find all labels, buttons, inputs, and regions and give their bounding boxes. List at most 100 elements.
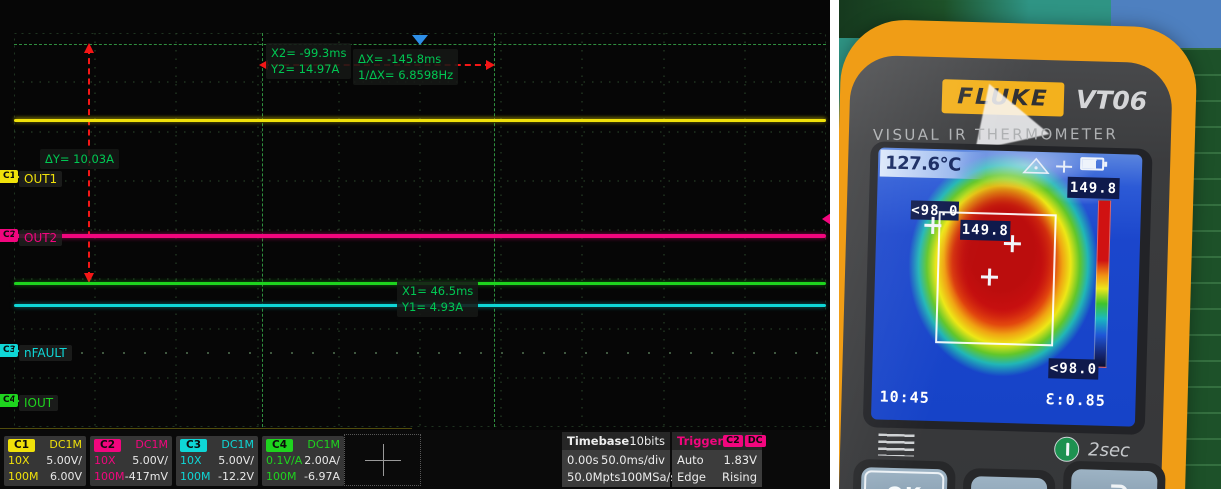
- scale-min-label: <98.0: [1048, 358, 1099, 380]
- center-temp-value: 127.6℃: [884, 152, 962, 176]
- channel-4-chip: C4: [266, 438, 294, 452]
- channel-3-scale: 5.00V/: [218, 454, 254, 467]
- reference-crosshair-box[interactable]: [344, 434, 421, 486]
- cursor-dx-value: ΔX= -145.8ms: [358, 52, 442, 66]
- trace-c3-dotted-baseline: [60, 352, 826, 354]
- up-button[interactable]: [969, 476, 1048, 489]
- cursor-x1y1-readout: X1= 46.5ms Y1= 4.93A: [397, 281, 479, 317]
- channel-2-probe: 10X: [94, 454, 116, 467]
- channel-4-offset: -6.97A: [304, 470, 340, 483]
- timebase-status-box[interactable]: Timebase 10bits 0.00s 50.0ms/div 50.0Mpts 1…: [562, 432, 676, 487]
- cursor-dy-value: ΔY= 10.03A: [45, 152, 114, 166]
- channel-1-probe: 10X: [8, 454, 30, 467]
- scope-status-bar: C1 DC1M 10X 5.00V/ 100M 6.00V C2 DC1M 10X 5.0…: [0, 430, 830, 489]
- trigger-status-box[interactable]: Trigger C2 DC Auto 1.83V Edge Rising: [672, 432, 766, 487]
- channel-4-label: IOUT: [19, 395, 59, 411]
- channel-4-probe: 0.1V/A: [266, 454, 303, 467]
- timebase-memory: 50.0Mpts: [567, 469, 621, 484]
- ok-button-label: OK: [885, 483, 922, 489]
- timebase-samplerate: 100MSa/s: [620, 469, 677, 484]
- channel-2-scale: 5.00V/: [132, 454, 168, 467]
- timebase-title: Timebase: [567, 434, 630, 448]
- power-hold-hint: 2sec: [1087, 439, 1131, 462]
- channel-1-scale: 5.00V/: [46, 454, 82, 467]
- graticule-grid: [14, 33, 826, 427]
- channel-2-chip: C2: [94, 438, 122, 452]
- grid-bottom-edge: [0, 428, 412, 429]
- timebase-delay: 0.00s: [567, 452, 599, 467]
- channel-2-coupling: DC1M: [135, 438, 168, 451]
- channel-3-coupling: DC1M: [221, 438, 254, 451]
- laser-pointer-icon: [1056, 160, 1073, 173]
- channel-3-position-tag[interactable]: C3: [0, 344, 20, 357]
- cursor-inv-dx-value: 1/ΔX= 6.8598Hz: [358, 68, 454, 82]
- channel-1-coupling: DC1M: [49, 438, 82, 451]
- scale-max-label: 149.8: [1067, 176, 1120, 200]
- center-temp-readout: 127.6℃: [879, 149, 987, 180]
- cursor-x2-line[interactable]: [262, 33, 263, 427]
- crosshair-marker-icon: [1004, 235, 1021, 252]
- channel-3-offset: -12.2V: [218, 470, 254, 483]
- back-button[interactable]: [1070, 468, 1158, 489]
- cursor-dy-readout: ΔY= 10.03A: [40, 149, 119, 169]
- spot-max-label: 149.8: [960, 219, 1011, 242]
- trace-c2: [14, 234, 826, 238]
- cursor-x2y2-readout: X2= -99.3ms Y2= 14.97A: [266, 43, 352, 79]
- trigger-slope: Rising: [722, 469, 757, 484]
- emissivity-readout: Ɛ:0.85: [1045, 390, 1107, 410]
- cursor-y2-value: Y2= 14.97A: [271, 62, 340, 76]
- cursor-y1-value: Y1= 4.93A: [402, 300, 464, 314]
- channel-4-coupling: DC1M: [307, 438, 340, 451]
- thermometer-photo: FLUKE VT06 VISUAL IR THERMOMETER 127.6℃: [839, 0, 1221, 489]
- channel-4-bandwidth: 100M: [266, 470, 297, 483]
- ok-button[interactable]: OK: [860, 467, 948, 489]
- channel-2-status-box[interactable]: C2 DC1M 10X 5.00V/ 100M -417mV: [90, 436, 172, 486]
- channel-4-position-tag[interactable]: C4: [0, 394, 20, 407]
- trigger-coupling-chip: DC: [744, 435, 766, 447]
- trigger-level: 1.83V: [723, 452, 757, 467]
- screen-bezel: 127.6℃ 149.8 <98.0 149.8 <98.0 10:45 Ɛ:0…: [862, 141, 1153, 435]
- clock-readout: 10:45: [879, 387, 930, 407]
- channel-2-position-tag[interactable]: C2: [0, 229, 20, 242]
- timebase-bits: 10bits: [629, 434, 665, 448]
- channel-3-status-box[interactable]: C3 DC1M 10X 5.00V/ 100M -12.2V: [176, 436, 258, 486]
- back-arrow-icon: [1103, 484, 1128, 489]
- channel-3-probe: 10X: [180, 454, 202, 467]
- channel-4-status-box[interactable]: C4 DC1M 0.1V/A 2.00A/ 100M -6.97A: [262, 436, 344, 486]
- channel-2-offset: -417mV: [124, 470, 168, 483]
- laser-warning-icon: [1022, 157, 1050, 174]
- menu-icon: [877, 433, 915, 457]
- cursor-delta-readout: ΔX= -145.8ms 1/ΔX= 6.8598Hz: [353, 49, 459, 85]
- trigger-source-chip: C2: [723, 435, 743, 447]
- channel-1-offset: 6.00V: [49, 470, 82, 483]
- channel-1-bandwidth: 100M: [8, 470, 39, 483]
- channel-2-label: OUT2: [19, 230, 63, 246]
- fluke-vt06-device: FLUKE VT06 VISUAL IR THERMOMETER 127.6℃: [839, 18, 1199, 489]
- model-text: VT06: [1075, 84, 1148, 116]
- channel-3-chip: C3: [180, 438, 208, 452]
- timebase-scale: 50.0ms/div: [601, 452, 665, 467]
- channel-3-label: nFAULT: [19, 345, 72, 361]
- crosshair-icon: [382, 444, 384, 476]
- channel-1-chip: C1: [8, 438, 36, 452]
- trigger-type: Edge: [677, 469, 706, 484]
- channel-3-bandwidth: 100M: [180, 470, 211, 483]
- power-icon: [1053, 436, 1080, 463]
- thermal-display: 127.6℃ 149.8 <98.0 149.8 <98.0 10:45 Ɛ:0…: [870, 147, 1143, 427]
- channel-1-label: OUT1: [19, 171, 63, 187]
- cursor-x2-value: X2= -99.3ms: [271, 46, 347, 60]
- oscilloscope-screenshot: X2= -99.3ms Y2= 14.97A ΔX= -145.8ms 1/ΔX…: [0, 0, 830, 489]
- trigger-mode: Auto: [677, 452, 704, 467]
- cursor-x1-value: X1= 46.5ms: [402, 284, 474, 298]
- cursor-x1-line[interactable]: [494, 33, 495, 427]
- trigger-title: Trigger: [677, 434, 724, 448]
- battery-icon: [1079, 157, 1105, 171]
- channel-1-status-box[interactable]: C1 DC1M 10X 5.00V/ 100M 6.00V: [4, 436, 86, 486]
- channel-4-scale: 2.00A/: [304, 454, 340, 467]
- device-front-panel: FLUKE VT06 VISUAL IR THERMOMETER 127.6℃: [839, 54, 1174, 489]
- crosshair-marker-icon: [981, 268, 998, 285]
- channel-1-position-tag[interactable]: C1: [0, 170, 20, 183]
- device-subtitle: VISUAL IR THERMOMETER: [872, 125, 1119, 144]
- channel-2-bandwidth: 100M: [94, 470, 125, 483]
- trigger-level-marker-icon[interactable]: [814, 211, 830, 227]
